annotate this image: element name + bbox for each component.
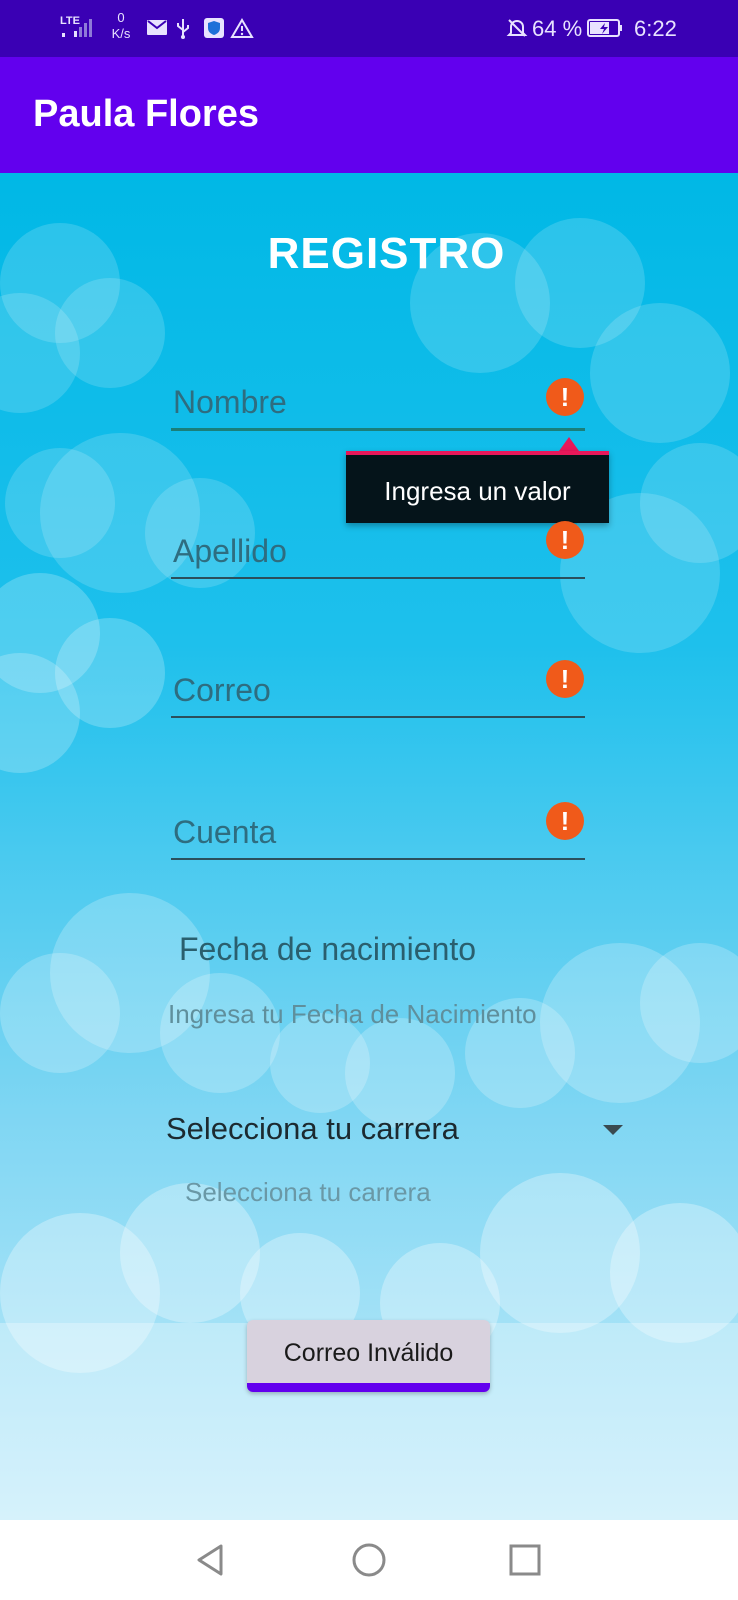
submit-button-accent — [247, 1383, 490, 1392]
speed-unit: K/s — [111, 26, 131, 41]
nombre-underline — [171, 428, 585, 431]
submit-button-label: Correo Inválido — [283, 1338, 454, 1367]
home-icon[interactable] — [347, 1538, 391, 1582]
app-title: Paula Flores — [33, 93, 259, 135]
registration-screen: REGISTRO ! Ingresa un valor ! ! ! Fecha … — [0, 173, 738, 1520]
cuenta-field: ! — [171, 798, 585, 860]
correo-field: ! — [171, 656, 585, 718]
birthdate-label[interactable]: Fecha de nacimiento — [179, 931, 476, 968]
cuenta-underline — [171, 858, 585, 860]
apellido-input[interactable] — [171, 517, 585, 577]
nombre-input[interactable] — [171, 368, 585, 428]
dropdown-arrow-icon — [603, 1125, 623, 1135]
form-title: REGISTRO — [267, 229, 506, 278]
warning-icon — [230, 18, 254, 38]
career-spinner-value: Selecciona tu carrera — [166, 1111, 459, 1146]
error-icon[interactable]: ! — [546, 802, 584, 840]
mail-icon — [147, 20, 167, 35]
clock: 6:22 — [634, 16, 677, 41]
error-icon[interactable]: ! — [546, 660, 584, 698]
correo-underline — [171, 716, 585, 718]
shield-icon — [204, 18, 224, 38]
nombre-field: ! — [171, 368, 585, 431]
usb-icon — [177, 19, 189, 39]
error-icon[interactable]: ! — [546, 378, 584, 416]
error-tooltip: Ingresa un valor — [346, 451, 609, 523]
navigation-bar — [0, 1520, 738, 1600]
battery-charging-icon — [587, 19, 622, 37]
signal-icon — [62, 19, 92, 37]
bell-off-icon — [506, 19, 528, 37]
recents-icon[interactable] — [503, 1538, 547, 1582]
career-spinner[interactable]: Selecciona tu carrera — [166, 1105, 626, 1155]
battery-percent: 64 % — [532, 16, 583, 41]
error-icon[interactable]: ! — [546, 521, 584, 559]
submit-button[interactable]: Correo Inválido — [247, 1320, 490, 1392]
birthdate-hint: Ingresa tu Fecha de Nacimiento — [168, 999, 537, 1029]
network-speed: 0 K/s — [108, 10, 134, 42]
correo-input[interactable] — [171, 656, 585, 716]
app-bar: Paula Flores — [0, 57, 738, 173]
cuenta-input[interactable] — [171, 798, 585, 858]
tooltip-arrow — [559, 437, 579, 451]
apellido-field: ! — [171, 517, 585, 579]
career-hint: Selecciona tu carrera — [185, 1177, 431, 1207]
back-icon[interactable] — [189, 1538, 233, 1582]
status-bar: LTE 0 K/s 64 % 6:22 — [0, 0, 738, 57]
apellido-underline — [171, 577, 585, 579]
speed-value: 0 — [117, 10, 125, 25]
